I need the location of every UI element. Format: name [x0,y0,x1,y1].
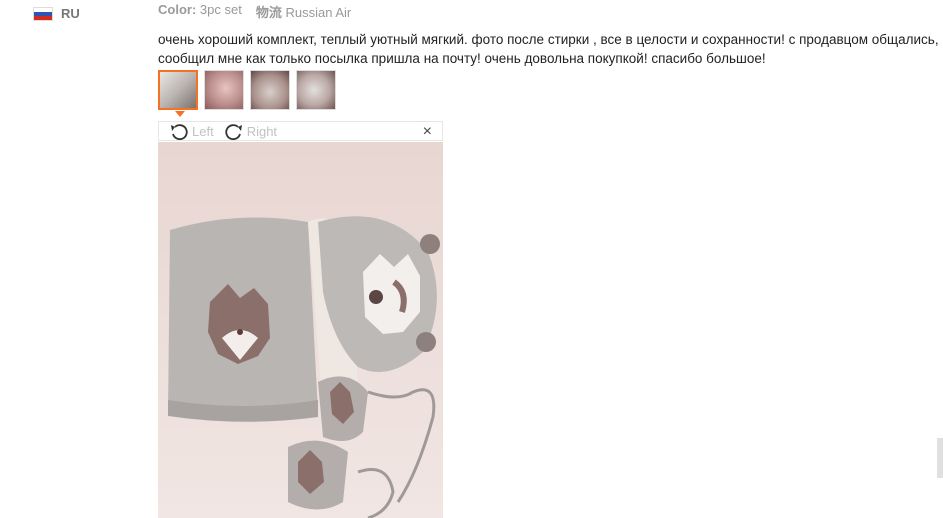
shipping-value: Russian Air [285,5,352,20]
review-thumbnails [158,70,336,110]
rotate-right-button[interactable]: Right [224,122,277,140]
reviewer-country: RU [33,6,80,21]
review-thumbnail[interactable] [158,70,198,110]
review-text: очень хороший комплект, теплый уютный мя… [158,32,939,66]
rotate-left-icon [171,124,188,140]
active-thumbnail-caret-icon [175,111,185,117]
color-label: Color: [158,2,197,17]
review-photo-image [158,142,443,518]
review-thumbnail[interactable] [204,70,244,110]
color-info: Color: 3pc set [158,2,242,21]
page-scrollbar[interactable] [937,438,943,478]
review-meta: Color: 3pc set 物流 Russian Air [158,2,943,21]
rotate-left-label: Left [192,123,214,139]
russia-flag-icon [33,6,53,21]
shipping-info: 物流 Russian Air [256,2,351,21]
color-value: 3pc set [199,2,242,17]
country-code: RU [61,6,80,21]
rotate-right-icon [225,124,242,140]
rotate-left-button[interactable]: Left [169,122,214,140]
review-photo [158,142,443,518]
review-thumbnail[interactable] [250,70,290,110]
image-viewer-toolbar: Left Right × [158,121,443,141]
close-viewer-button[interactable]: × [423,123,432,141]
review-thumbnail[interactable] [296,70,336,110]
rotate-right-label: Right [246,123,278,139]
shipping-label: 物流 [255,5,282,20]
review-content: Color: 3pc set 物流 Russian Air очень хоро… [158,0,943,68]
